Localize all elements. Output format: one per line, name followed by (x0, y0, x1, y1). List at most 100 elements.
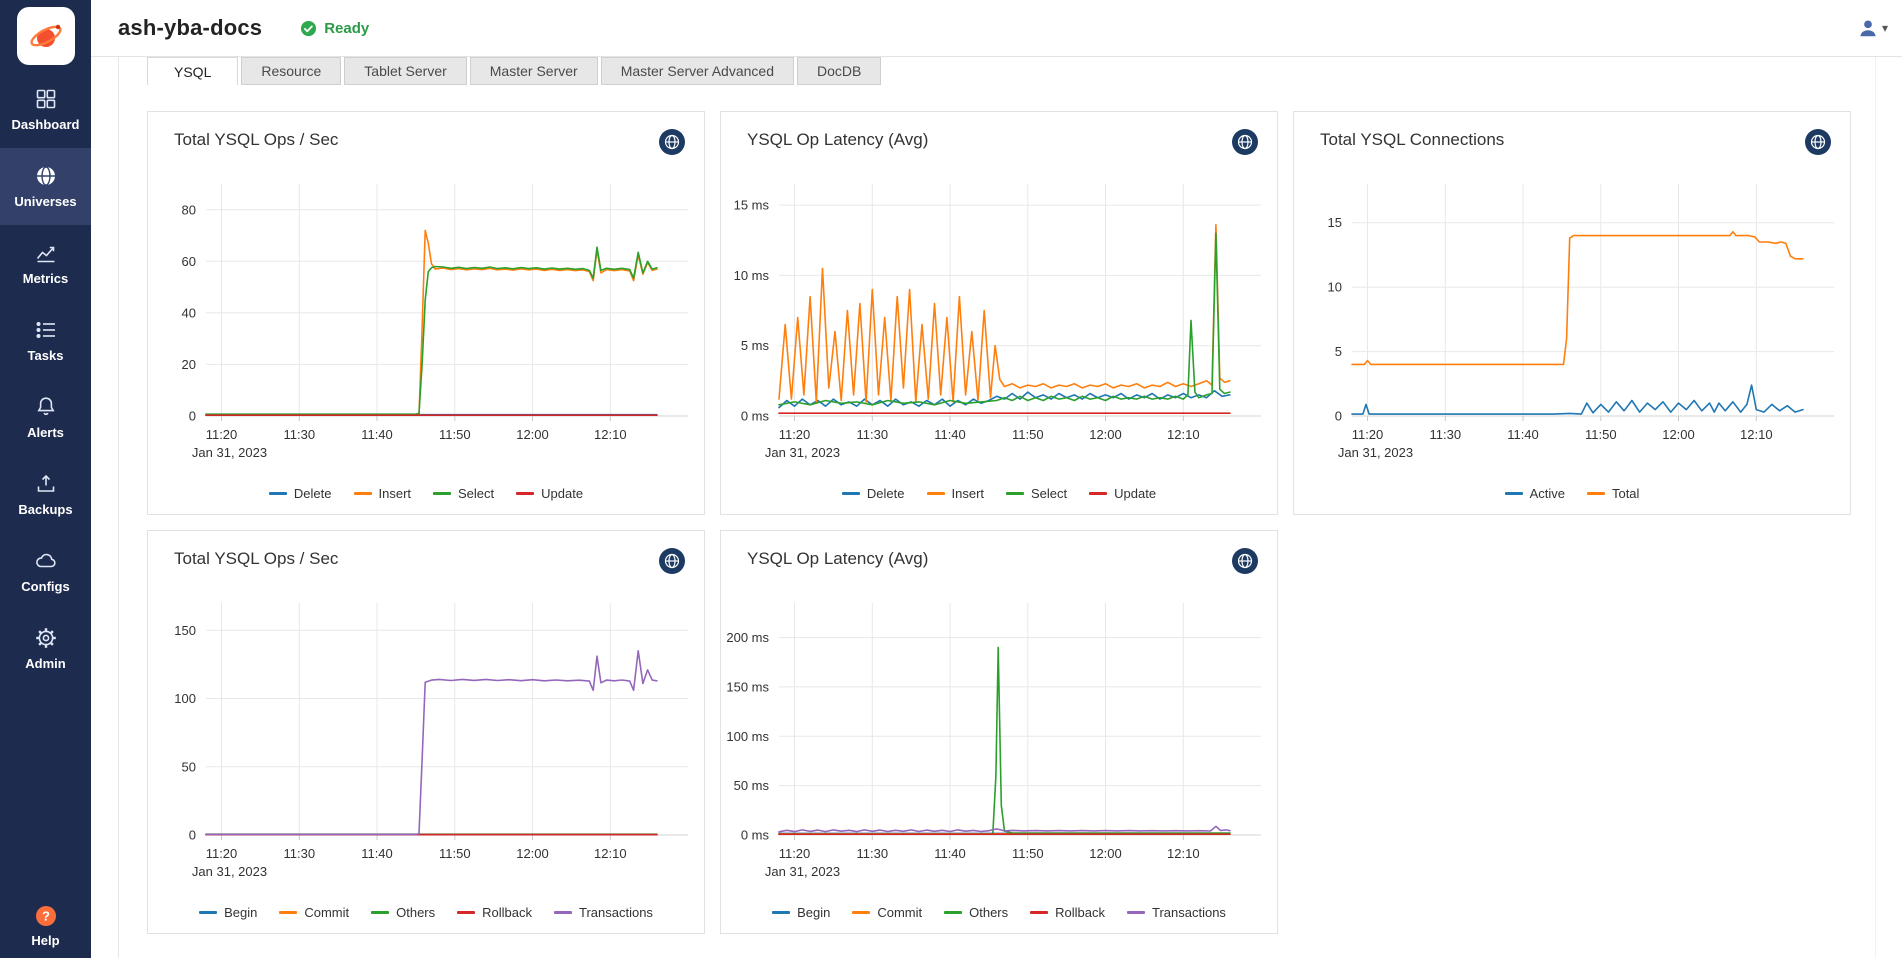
legend-item[interactable]: Others (944, 905, 1008, 920)
universes-icon (34, 164, 58, 188)
chart-legend: Delete Insert Select Update (148, 472, 704, 514)
legend-item[interactable]: Select (433, 486, 494, 501)
chart-title: Total YSQL Ops / Sec (174, 130, 338, 150)
svg-text:Jan 31, 2023: Jan 31, 2023 (765, 864, 840, 879)
tab-docdb[interactable]: DocDB (797, 57, 881, 85)
sidebar-item-dashboard[interactable]: Dashboard (0, 71, 91, 148)
tab-tablet-server[interactable]: Tablet Server (344, 57, 466, 85)
legend-item[interactable]: Others (371, 905, 435, 920)
legend-item[interactable]: Select (1006, 486, 1067, 501)
legend-swatch (852, 911, 870, 914)
tab-resource[interactable]: Resource (241, 57, 341, 85)
chart-plot[interactable]: 02040608011:2011:3011:4011:5012:0012:10J… (148, 160, 704, 472)
svg-text:11:30: 11:30 (857, 427, 889, 442)
legend-item[interactable]: Update (516, 486, 583, 501)
svg-text:10 ms: 10 ms (734, 268, 770, 283)
svg-text:Jan 31, 2023: Jan 31, 2023 (192, 445, 267, 460)
legend-swatch (516, 492, 534, 495)
svg-text:12:00: 12:00 (516, 427, 549, 442)
svg-text:11:20: 11:20 (206, 427, 238, 442)
legend-swatch (354, 492, 372, 495)
legend-swatch (927, 492, 945, 495)
legend-item[interactable]: Transactions (554, 905, 653, 920)
svg-text:100: 100 (174, 691, 196, 706)
legend-item[interactable]: Delete (269, 486, 332, 501)
tab-master-server-advanced[interactable]: Master Server Advanced (601, 57, 794, 85)
legend-label: Active (1530, 486, 1565, 501)
legend-item[interactable]: Begin (772, 905, 830, 920)
legend-label: Begin (224, 905, 257, 920)
legend-item[interactable]: Active (1505, 486, 1565, 501)
svg-text:15 ms: 15 ms (734, 198, 770, 213)
globe-icon[interactable] (1231, 128, 1259, 156)
legend-swatch (1030, 911, 1048, 914)
legend-label: Transactions (579, 905, 653, 920)
legend-label: Commit (304, 905, 349, 920)
globe-icon[interactable] (1231, 547, 1259, 575)
legend-item[interactable]: Update (1089, 486, 1156, 501)
sidebar: Dashboard Universes Metrics (0, 0, 91, 958)
chart-plot[interactable]: 05101511:2011:3011:4011:5012:0012:10Jan … (1294, 160, 1850, 472)
svg-text:12:10: 12:10 (594, 846, 627, 861)
backups-icon (34, 472, 58, 496)
page-title: ash-yba-docs (118, 15, 262, 41)
sidebar-item-configs[interactable]: Configs (0, 533, 91, 610)
sidebar-item-help[interactable]: ? Help (0, 904, 91, 948)
legend-item[interactable]: Commit (279, 905, 349, 920)
chart-title: YSQL Op Latency (Avg) (747, 130, 928, 150)
chart-plot[interactable]: 05010015011:2011:3011:4011:5012:0012:10J… (148, 579, 704, 891)
legend-swatch (1127, 911, 1145, 914)
legend-item[interactable]: Rollback (457, 905, 532, 920)
legend-item[interactable]: Commit (852, 905, 922, 920)
legend-item[interactable]: Rollback (1030, 905, 1105, 920)
legend-swatch (1006, 492, 1024, 495)
globe-icon[interactable] (1804, 128, 1832, 156)
svg-text:11:50: 11:50 (439, 427, 471, 442)
chart-plot[interactable]: 0 ms5 ms10 ms15 ms11:2011:3011:4011:5012… (721, 160, 1277, 472)
svg-text:11:30: 11:30 (1430, 427, 1462, 442)
svg-text:50 ms: 50 ms (734, 778, 770, 793)
svg-text:11:40: 11:40 (1507, 427, 1539, 442)
legend-swatch (1587, 492, 1605, 495)
globe-icon[interactable] (658, 547, 686, 575)
svg-text:Jan 31, 2023: Jan 31, 2023 (192, 864, 267, 879)
globe-icon[interactable] (658, 128, 686, 156)
legend-item[interactable]: Total (1587, 486, 1639, 501)
svg-text:0 ms: 0 ms (741, 828, 770, 843)
svg-text:12:10: 12:10 (1167, 427, 1200, 442)
svg-text:15: 15 (1328, 215, 1342, 230)
legend-item[interactable]: Insert (354, 486, 412, 501)
sidebar-item-tasks[interactable]: Tasks (0, 302, 91, 379)
legend-item[interactable]: Begin (199, 905, 257, 920)
legend-item[interactable]: Transactions (1127, 905, 1226, 920)
yugabyte-logo[interactable] (17, 7, 75, 65)
svg-text:Jan 31, 2023: Jan 31, 2023 (765, 445, 840, 460)
user-menu[interactable]: ▾ (1857, 17, 1888, 39)
chart-title: Total YSQL Ops / Sec (174, 549, 338, 569)
sidebar-item-alerts[interactable]: Alerts (0, 379, 91, 456)
sidebar-item-backups[interactable]: Backups (0, 456, 91, 533)
legend-label: Delete (294, 486, 332, 501)
svg-text:20: 20 (182, 357, 196, 372)
svg-text:11:40: 11:40 (934, 427, 966, 442)
legend-item[interactable]: Delete (842, 486, 905, 501)
header: ash-yba-docs Ready ▾ (91, 0, 1902, 57)
legend-swatch (944, 911, 962, 914)
sidebar-item-universes[interactable]: Universes (0, 148, 91, 225)
tab-ysql[interactable]: YSQL (147, 57, 238, 85)
svg-text:50: 50 (182, 759, 196, 774)
main-content: YSQL Resource Tablet Server Master Serve… (91, 57, 1902, 958)
svg-text:Jan 31, 2023: Jan 31, 2023 (1338, 445, 1413, 460)
svg-text:40: 40 (182, 305, 196, 320)
legend-swatch (1089, 492, 1107, 495)
svg-text:11:20: 11:20 (779, 846, 811, 861)
sidebar-item-admin[interactable]: Admin (0, 610, 91, 687)
svg-text:150: 150 (174, 623, 196, 638)
configs-icon (34, 549, 58, 573)
tab-master-server[interactable]: Master Server (470, 57, 598, 85)
svg-text:60: 60 (182, 254, 196, 269)
legend-item[interactable]: Insert (927, 486, 985, 501)
svg-text:11:20: 11:20 (779, 427, 811, 442)
sidebar-item-metrics[interactable]: Metrics (0, 225, 91, 302)
chart-plot[interactable]: 0 ms50 ms100 ms150 ms200 ms11:2011:3011:… (721, 579, 1277, 891)
